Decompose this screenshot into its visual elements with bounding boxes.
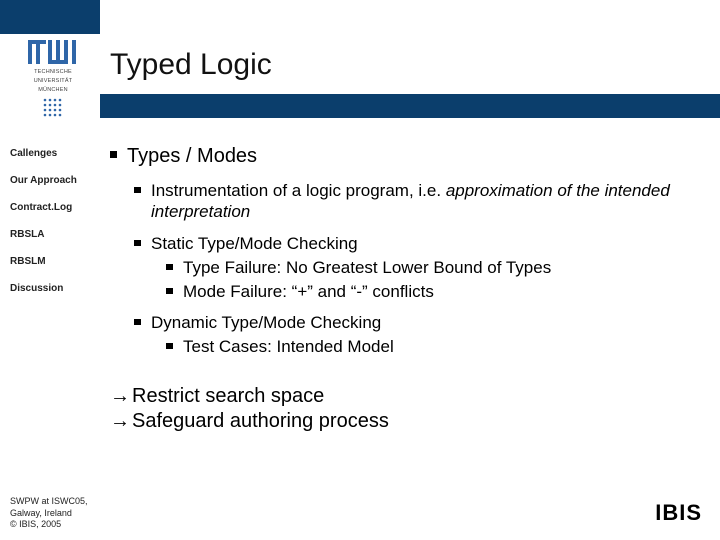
bullet-icon — [166, 343, 173, 349]
footer-line-3: © IBIS, 2005 — [10, 519, 88, 530]
bullet-text: Test Cases: Intended Model — [183, 336, 394, 358]
conclusions: →Restrict search space →Safeguard author… — [110, 384, 700, 435]
logo-caption-2: UNIVERSITÄT — [14, 78, 92, 84]
bullet-icon — [134, 240, 141, 246]
bullet-text: Mode Failure: “+” and “-” conflicts — [183, 281, 434, 303]
bullet-type-failure: Type Failure: No Greatest Lower Bound of… — [166, 257, 700, 279]
grid-icon — [42, 97, 64, 119]
sidebar-item-discussion[interactable]: Discussion — [10, 283, 98, 294]
conclusion-1: →Restrict search space — [110, 384, 700, 410]
heading-text: Types / Modes — [127, 144, 257, 170]
bullet-text: Dynamic Type/Mode Checking — [151, 312, 381, 334]
bullet-static: Static Type/Mode Checking — [134, 233, 700, 255]
tum-logo-block: TECHNISCHE UNIVERSITÄT MÜNCHEN — [14, 38, 92, 124]
tum-logo-icon — [26, 38, 80, 66]
bullet-text: Instrumentation of a logic program, i.e.… — [151, 180, 700, 224]
bullet-text: Static Type/Mode Checking — [151, 233, 358, 255]
bullet-icon — [134, 319, 141, 325]
conclusion-2: →Safeguard authoring process — [110, 409, 700, 435]
c1-text: Restrict search space — [132, 385, 324, 407]
sidebar-item-approach[interactable]: Our Approach — [10, 175, 98, 186]
bullet-instrumentation: Instrumentation of a logic program, i.e.… — [134, 180, 700, 224]
divider-bar — [100, 96, 720, 118]
bullet-test-cases: Test Cases: Intended Model — [166, 336, 700, 358]
bullet-dynamic: Dynamic Type/Mode Checking — [134, 312, 700, 334]
footer: SWPW at ISWC05, Galway, Ireland © IBIS, … — [10, 496, 88, 530]
b1-pre: Instrumentation of a logic program, i.e. — [151, 181, 446, 200]
sidebar-item-rbslm[interactable]: RBSLM — [10, 256, 98, 267]
sidebar-item-challenges[interactable]: Callenges — [10, 148, 98, 159]
title-area: Typed Logic — [110, 48, 272, 82]
bullet-mode-failure: Mode Failure: “+” and “-” conflicts — [166, 281, 700, 303]
sidebar-item-contractlog[interactable]: Contract.Log — [10, 202, 98, 213]
arrow-icon: → — [110, 409, 130, 435]
arrow-icon: → — [110, 384, 130, 410]
content: Types / Modes Instrumentation of a logic… — [110, 144, 700, 435]
footer-line-2: Galway, Ireland — [10, 508, 88, 519]
footer-line-1: SWPW at ISWC05, — [10, 496, 88, 507]
c2-text: Safeguard authoring process — [132, 410, 389, 432]
bullet-icon — [166, 288, 173, 294]
bullet-icon — [110, 151, 117, 158]
ibis-logo: IBIS — [655, 500, 702, 526]
sidebar: Callenges Our Approach Contract.Log RBSL… — [10, 148, 98, 310]
heading-row: Types / Modes — [110, 144, 700, 170]
bullet-icon — [134, 187, 141, 193]
bullet-text: Type Failure: No Greatest Lower Bound of… — [183, 257, 551, 279]
sidebar-item-rbsla[interactable]: RBSLA — [10, 229, 98, 240]
header: TECHNISCHE UNIVERSITÄT MÜNCHEN Typed Log… — [0, 0, 720, 118]
logo-caption-1: TECHNISCHE — [14, 69, 92, 75]
bullet-icon — [166, 264, 173, 270]
logo-caption-3: MÜNCHEN — [14, 87, 92, 93]
page-title: Typed Logic — [110, 48, 272, 82]
